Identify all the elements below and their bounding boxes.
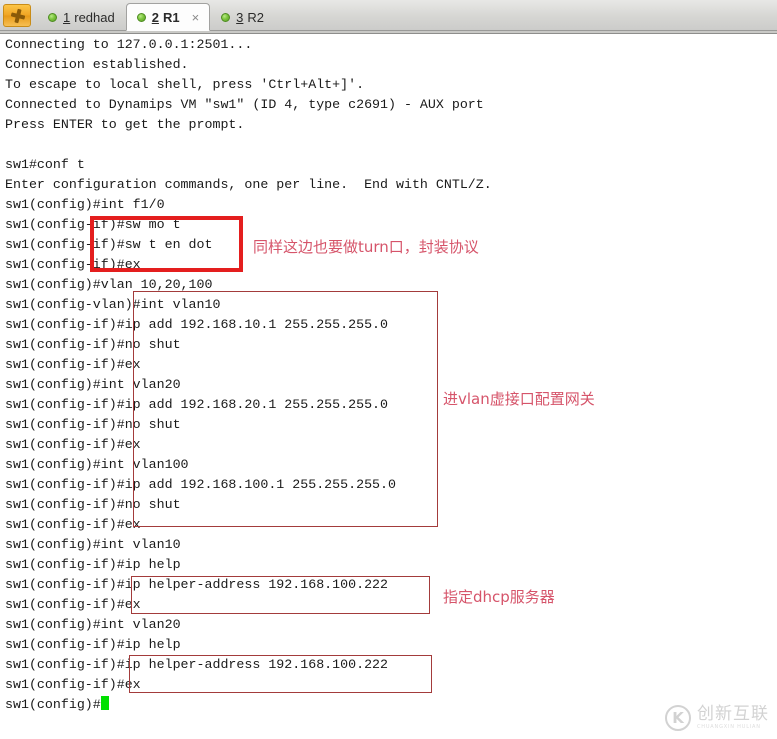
tab-status-dot-icon [221,13,231,22]
terminal-line: sw1(config)#int vlan20 [5,617,181,632]
tab-bar-divider [0,31,777,34]
watermark: 创新互联 CHUANGXIN HULIAN [665,705,769,731]
tab-bar: 1 redhad 2 R1 × 3 R2 [0,0,777,31]
putty-app-icon[interactable] [3,4,31,27]
vlan-gateway-annotation: 进vlan虚接口配置网关 [443,390,595,408]
dhcp-server-annotation: 指定dhcp服务器 [443,588,555,606]
tab-list: 1 redhad 2 R1 × 3 R2 [37,3,275,31]
terminal-line: sw1(config-if)#ip help [5,637,181,652]
terminal-line: sw1(config-if)#ip add 192.168.10.1 255.2… [5,317,389,332]
tab-number: 2 [151,9,159,25]
terminal-cursor [100,696,109,710]
terminal-line: sw1(config)#int vlan10 [5,537,181,552]
terminal-line: To escape to local shell, press 'Ctrl+Al… [5,77,365,92]
watermark-logo-icon [665,705,691,731]
terminal-line: sw1(config-if)#ip helper-address 192.168… [5,657,389,672]
tab-redhad[interactable]: 1 redhad [37,4,126,30]
terminal-line: Connection established. [5,57,189,72]
watermark-main-text: 创新互联 [697,704,769,724]
tab-label: R1 [162,9,180,25]
terminal-line: sw1#conf t [5,157,85,172]
terminal-line: sw1(config-if)#ip add 192.168.20.1 255.2… [5,397,389,412]
terminal-line: sw1(config)#int vlan100 [5,457,189,472]
trunk-annotation: 同样这边也要做turn口，封装协议 [253,238,479,256]
terminal-line: sw1(config-if)#ip add 192.168.100.1 255.… [5,477,396,492]
terminal-line: sw1(config)#int f1/0 [5,197,165,212]
tab-label: redhad [74,10,115,25]
tab-r2[interactable]: 3 R2 [210,4,275,30]
terminal-output[interactable]: Connecting to 127.0.0.1:2501... Connectio… [0,35,777,739]
watermark-text: 创新互联 CHUANGXIN HULIAN [697,706,769,730]
terminal-line: sw1(config)# [5,695,777,715]
tab-number: 3 [236,10,244,25]
terminal-line: sw1(config)#int vlan20 [5,377,181,392]
terminal-line: sw1(config-if)#ex [5,257,141,272]
tab-close-icon[interactable]: × [192,11,200,24]
tab-r1[interactable]: 2 R1 × [125,3,211,31]
tab-status-dot-icon [136,12,146,22]
terminal-line: Enter configuration commands, one per li… [5,177,492,192]
terminal-line: sw1(config-if)#ip helper-address 192.168… [5,577,389,592]
terminal-line: Connecting to 127.0.0.1:2501... [5,37,253,52]
terminal-line: sw1(config-if)#ex [5,517,141,532]
tab-label: R2 [247,10,265,25]
terminal-line: sw1(config-vlan)#int vlan10 [5,297,221,312]
terminal-line: sw1(config)#vlan 10,20,100 [5,277,213,292]
terminal-line: sw1(config-if)#ex [5,677,141,692]
terminal-line: Connected to Dynamips VM "sw1" (ID 4, ty… [5,97,484,112]
tab-number: 1 [63,10,71,25]
terminal-line: sw1(config-if)#ex [5,357,141,372]
terminal-line: Press ENTER to get the prompt. [5,117,245,132]
terminal-line: sw1(config-if)#ex [5,597,141,612]
tab-status-dot-icon [48,13,57,22]
terminal-line: sw1(config-if)#no shut [5,417,181,432]
terminal-line: sw1(config-if)#ip help [5,557,181,572]
watermark-sub-text: CHUANGXIN HULIAN [697,724,761,730]
terminal-line: sw1(config-if)#sw mo t [5,217,181,232]
terminal-line: sw1(config-if)#no shut [5,497,181,512]
terminal-line: sw1(config-if)#ex [5,437,141,452]
terminal-line: sw1(config-if)#no shut [5,337,181,352]
